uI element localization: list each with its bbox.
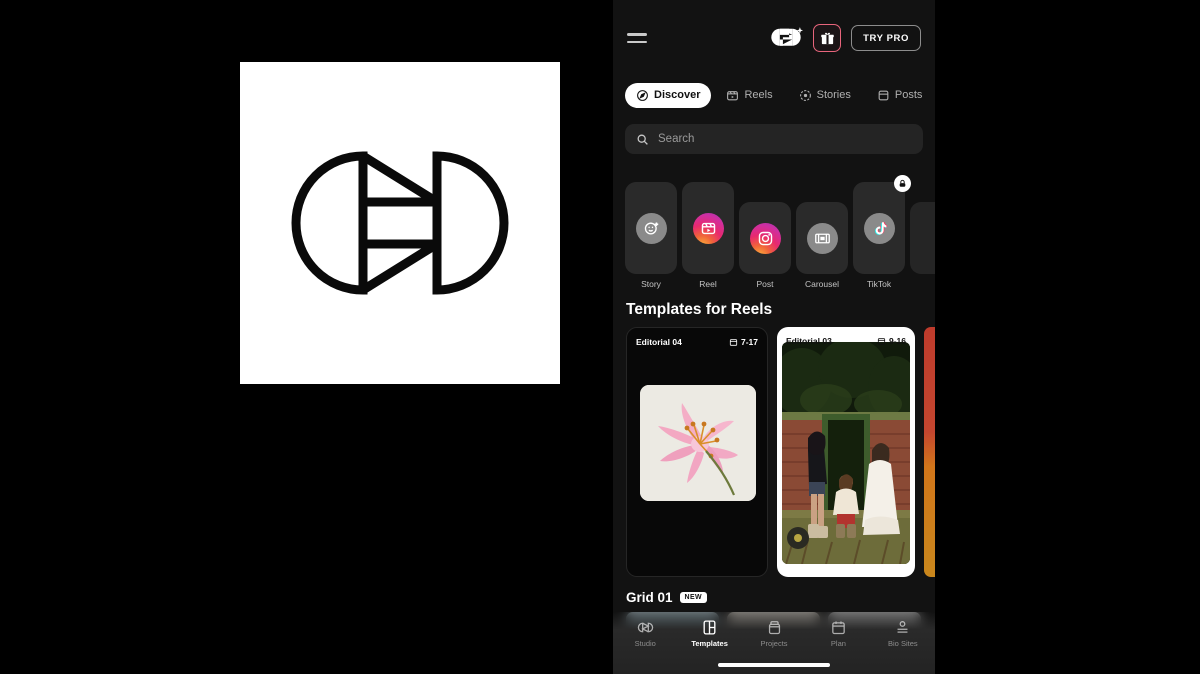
stories-icon bbox=[799, 89, 811, 101]
grid-section-header: Grid 01 NEW bbox=[613, 577, 935, 605]
carousel-icon bbox=[806, 222, 838, 254]
studio-rings-icon bbox=[637, 622, 653, 633]
tab-discover-label: Discover bbox=[654, 89, 701, 101]
content-type-tabs: Discover Reels Stories Posts bbox=[613, 76, 935, 114]
search-icon bbox=[637, 134, 648, 145]
tab-posts-label: Posts bbox=[894, 89, 923, 101]
home-indicator bbox=[718, 663, 830, 667]
category-chip-story[interactable] bbox=[625, 182, 677, 274]
screenshot-root: TRY PRO Discover Reels Stories Posts Sea… bbox=[0, 0, 1200, 674]
gift-icon[interactable] bbox=[813, 24, 842, 52]
header-actions: TRY PRO bbox=[769, 24, 921, 52]
try-pro-button[interactable]: TRY PRO bbox=[851, 25, 921, 51]
category-chip-tiktok[interactable] bbox=[853, 175, 911, 274]
tab-discover[interactable]: Discover bbox=[625, 82, 712, 108]
template-ratio-text: 9-16 bbox=[888, 336, 906, 346]
category-chip-labels: Story Reel Post Carousel TikTok bbox=[613, 274, 935, 289]
template-ratio-text: 7-17 bbox=[740, 337, 758, 347]
category-label-carousel: Carousel bbox=[804, 279, 840, 289]
post-icon bbox=[749, 222, 781, 254]
bottom-navigation-bar: Studio Templates Projects Plan Bio Sites bbox=[613, 612, 935, 674]
category-label-tiktok: TikTok bbox=[866, 279, 892, 289]
grid-section-title: Grid 01 bbox=[626, 590, 673, 605]
template-card-name: Editorial 04 bbox=[636, 337, 682, 347]
aspect-ratio-icon bbox=[877, 337, 886, 345]
nav-item-templates[interactable]: Templates bbox=[677, 619, 741, 648]
three-people-barn-door-photo bbox=[782, 342, 910, 564]
search-placeholder: Search bbox=[658, 133, 695, 145]
category-chip-reel[interactable] bbox=[682, 182, 734, 274]
template-card-header: Editorial 04 7-17 bbox=[627, 328, 767, 347]
template-card-ratio: 9-16 bbox=[877, 336, 906, 346]
search-input[interactable]: Search bbox=[625, 124, 923, 154]
category-label-reel: Reel bbox=[699, 279, 717, 289]
grid-new-badge: NEW bbox=[679, 592, 708, 603]
template-card-ratio: 7-17 bbox=[729, 337, 758, 347]
reels-icon bbox=[727, 90, 739, 100]
tab-reels-label: Reels bbox=[744, 89, 773, 101]
templates-icon bbox=[703, 620, 716, 635]
category-label-post: Post bbox=[756, 279, 774, 289]
nav-item-plan[interactable]: Plan bbox=[806, 619, 870, 648]
category-chip-next[interactable] bbox=[910, 202, 935, 274]
template-card-partial[interactable] bbox=[924, 327, 935, 577]
hamburger-icon[interactable] bbox=[627, 25, 653, 51]
nav-item-studio[interactable]: Studio bbox=[613, 619, 677, 648]
nav-label-plan: Plan bbox=[830, 639, 846, 648]
nav-label-studio: Studio bbox=[634, 639, 656, 648]
pro-lock-badge-icon bbox=[894, 175, 911, 192]
tab-stories[interactable]: Stories bbox=[788, 83, 862, 108]
template-card-name: Editorial 03 bbox=[786, 336, 832, 346]
nav-label-bio-sites: Bio Sites bbox=[888, 639, 918, 648]
bio-sites-icon bbox=[897, 621, 908, 633]
template-card-editorial-04[interactable]: Editorial 04 7-17 bbox=[626, 327, 768, 577]
projects-icon bbox=[768, 621, 780, 635]
search-section: Search bbox=[613, 114, 935, 154]
interlocking-rings-logo bbox=[291, 151, 509, 295]
phone-panel: TRY PRO Discover Reels Stories Posts Sea… bbox=[613, 0, 935, 674]
templates-card-row[interactable]: Editorial 04 7-17 Editorial 03 9-16 bbox=[613, 327, 935, 577]
category-chip-row[interactable] bbox=[613, 154, 935, 274]
category-chip-carousel[interactable] bbox=[796, 202, 848, 274]
templates-section-title: Templates for Reels bbox=[626, 301, 773, 318]
tab-stories-label: Stories bbox=[816, 89, 851, 101]
brand-sparkle-logo-icon[interactable] bbox=[769, 25, 804, 51]
category-label-story: Story bbox=[641, 279, 661, 289]
plan-calendar-icon bbox=[832, 621, 845, 635]
app-header: TRY PRO bbox=[613, 0, 935, 76]
tab-posts[interactable]: Posts bbox=[866, 83, 934, 108]
logo-card bbox=[240, 62, 560, 384]
nav-label-templates: Templates bbox=[691, 639, 728, 648]
aspect-ratio-icon bbox=[729, 338, 738, 346]
story-icon bbox=[635, 212, 667, 244]
nav-item-bio-sites[interactable]: Bio Sites bbox=[871, 619, 935, 648]
pink-lily-flower-photo bbox=[640, 385, 756, 501]
reel-icon bbox=[692, 212, 724, 244]
tab-reels[interactable]: Reels bbox=[715, 83, 783, 108]
tiktok-icon bbox=[863, 212, 895, 244]
template-card-editorial-03[interactable]: Editorial 03 9-16 bbox=[777, 327, 915, 577]
category-chip-post[interactable] bbox=[739, 202, 791, 274]
posts-icon bbox=[878, 90, 889, 100]
nav-label-projects: Projects bbox=[760, 639, 788, 648]
nav-item-projects[interactable]: Projects bbox=[742, 619, 806, 648]
template-card-header: Editorial 03 9-16 bbox=[777, 327, 915, 346]
compass-icon bbox=[637, 89, 648, 101]
